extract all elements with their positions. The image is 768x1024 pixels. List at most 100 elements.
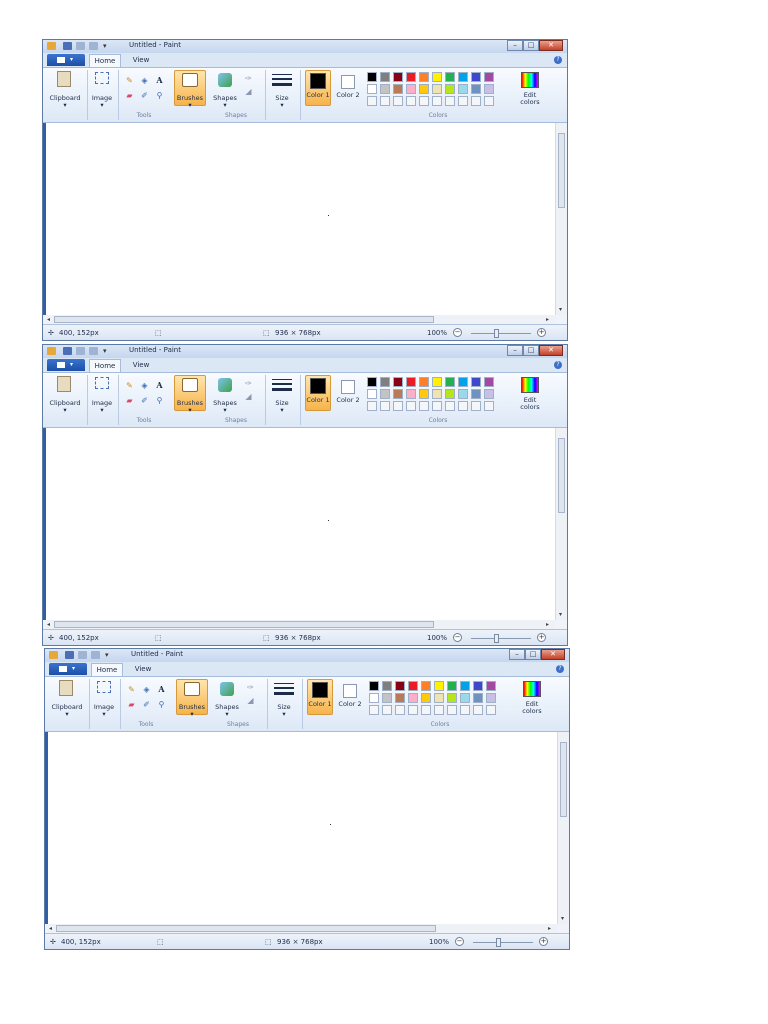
zoom-slider-thumb[interactable] — [494, 634, 499, 643]
edit-colors-button[interactable]: Edit colors — [513, 397, 547, 411]
maximize-button[interactable]: □ — [523, 40, 539, 51]
vertical-scrollbar[interactable]: ▾ — [557, 732, 569, 924]
palette-swatch[interactable] — [434, 681, 444, 691]
picker-icon[interactable]: ✐ — [138, 395, 151, 406]
zoom-out-icon[interactable]: − — [453, 633, 462, 642]
palette-swatch[interactable] — [380, 84, 390, 94]
maximize-button[interactable]: □ — [525, 649, 541, 660]
tab-view[interactable]: View — [127, 359, 155, 372]
minimize-button[interactable]: – — [509, 649, 525, 660]
quick-access-dropdown-icon[interactable]: ▾ — [103, 347, 112, 355]
palette-swatch[interactable] — [445, 389, 455, 399]
zoom-in-icon[interactable]: + — [537, 328, 546, 337]
custom-color-slot[interactable] — [460, 705, 470, 715]
palette-swatch[interactable] — [380, 389, 390, 399]
custom-color-slot[interactable] — [421, 705, 431, 715]
custom-color-slot[interactable] — [471, 401, 481, 411]
horizontal-scroll-thumb[interactable] — [56, 925, 436, 932]
custom-color-slot[interactable] — [393, 96, 403, 106]
custom-color-slot[interactable] — [434, 705, 444, 715]
help-icon[interactable]: ? — [554, 56, 562, 64]
palette-swatch[interactable] — [471, 72, 481, 82]
zoom-slider-thumb[interactable] — [496, 938, 501, 947]
scroll-left-icon[interactable]: ◂ — [49, 925, 52, 932]
color2-label[interactable]: Color 2 — [337, 701, 363, 708]
palette-swatch[interactable] — [406, 377, 416, 387]
pencil-icon[interactable]: ✎ — [123, 75, 136, 86]
scroll-down-icon[interactable]: ▾ — [559, 306, 562, 313]
magnifier-icon[interactable]: ⚲ — [155, 699, 168, 710]
custom-color-slot[interactable] — [367, 96, 377, 106]
palette-swatch[interactable] — [471, 389, 481, 399]
eraser-icon[interactable]: ▰ — [123, 395, 136, 406]
custom-color-slot[interactable] — [432, 96, 442, 106]
eraser-icon[interactable]: ▰ — [125, 699, 138, 710]
palette-swatch[interactable] — [419, 84, 429, 94]
picker-icon[interactable]: ✐ — [140, 699, 153, 710]
palette-swatch[interactable] — [486, 693, 496, 703]
undo-icon[interactable] — [78, 651, 87, 659]
text-icon[interactable]: A — [155, 684, 168, 695]
palette-swatch[interactable] — [473, 681, 483, 691]
palette-swatch[interactable] — [432, 377, 442, 387]
palette-swatch[interactable] — [421, 681, 431, 691]
palette-swatch[interactable] — [408, 693, 418, 703]
vertical-scroll-thumb[interactable] — [558, 438, 565, 513]
scroll-left-icon[interactable]: ◂ — [47, 316, 50, 323]
custom-color-slot[interactable] — [380, 401, 390, 411]
fill-icon[interactable]: ◈ — [140, 684, 153, 695]
close-button[interactable]: ✕ — [541, 649, 565, 660]
pencil-icon[interactable]: ✎ — [123, 380, 136, 391]
palette-swatch[interactable] — [460, 693, 470, 703]
palette-swatch[interactable] — [395, 693, 405, 703]
palette-swatch[interactable] — [406, 389, 416, 399]
save-icon[interactable] — [63, 42, 72, 50]
palette-swatch[interactable] — [393, 377, 403, 387]
color2-swatch[interactable] — [341, 380, 355, 394]
magnifier-icon[interactable]: ⚲ — [153, 395, 166, 406]
custom-color-slot[interactable] — [395, 705, 405, 715]
palette-swatch[interactable] — [445, 72, 455, 82]
zoom-in-icon[interactable]: + — [537, 633, 546, 642]
custom-color-slot[interactable] — [393, 401, 403, 411]
scroll-right-icon[interactable]: ▸ — [546, 316, 549, 323]
custom-color-slot[interactable] — [486, 705, 496, 715]
outline-icon[interactable]: ✑ — [242, 378, 255, 389]
fill-icon[interactable]: ◈ — [138, 75, 151, 86]
color2-swatch[interactable] — [341, 75, 355, 89]
custom-color-slot[interactable] — [380, 96, 390, 106]
palette-swatch[interactable] — [484, 72, 494, 82]
custom-color-slot[interactable] — [406, 96, 416, 106]
palette-swatch[interactable] — [369, 681, 379, 691]
custom-color-slot[interactable] — [484, 401, 494, 411]
palette-swatch[interactable] — [380, 72, 390, 82]
minimize-button[interactable]: – — [507, 40, 523, 51]
magnifier-icon[interactable]: ⚲ — [153, 90, 166, 101]
redo-icon[interactable] — [89, 42, 98, 50]
quick-access-dropdown-icon[interactable]: ▾ — [105, 651, 114, 659]
horizontal-scroll-thumb[interactable] — [54, 316, 434, 323]
palette-swatch[interactable] — [458, 84, 468, 94]
drawing-canvas[interactable] — [45, 732, 557, 924]
redo-icon[interactable] — [91, 651, 100, 659]
palette-swatch[interactable] — [380, 377, 390, 387]
palette-swatch[interactable] — [471, 84, 481, 94]
tab-view[interactable]: View — [129, 663, 157, 676]
palette-swatch[interactable] — [393, 72, 403, 82]
scroll-right-icon[interactable]: ▸ — [546, 621, 549, 628]
custom-color-slot[interactable] — [471, 96, 481, 106]
palette-swatch[interactable] — [458, 377, 468, 387]
undo-icon[interactable] — [76, 42, 85, 50]
custom-color-slot[interactable] — [419, 96, 429, 106]
palette-swatch[interactable] — [393, 389, 403, 399]
color2-swatch[interactable] — [343, 684, 357, 698]
custom-color-slot[interactable] — [419, 401, 429, 411]
palette-swatch[interactable] — [395, 681, 405, 691]
custom-color-slot[interactable] — [432, 401, 442, 411]
palette-swatch[interactable] — [432, 389, 442, 399]
palette-swatch[interactable] — [432, 72, 442, 82]
custom-color-slot[interactable] — [484, 96, 494, 106]
palette-swatch[interactable] — [393, 84, 403, 94]
custom-color-slot[interactable] — [367, 401, 377, 411]
palette-swatch[interactable] — [367, 389, 377, 399]
